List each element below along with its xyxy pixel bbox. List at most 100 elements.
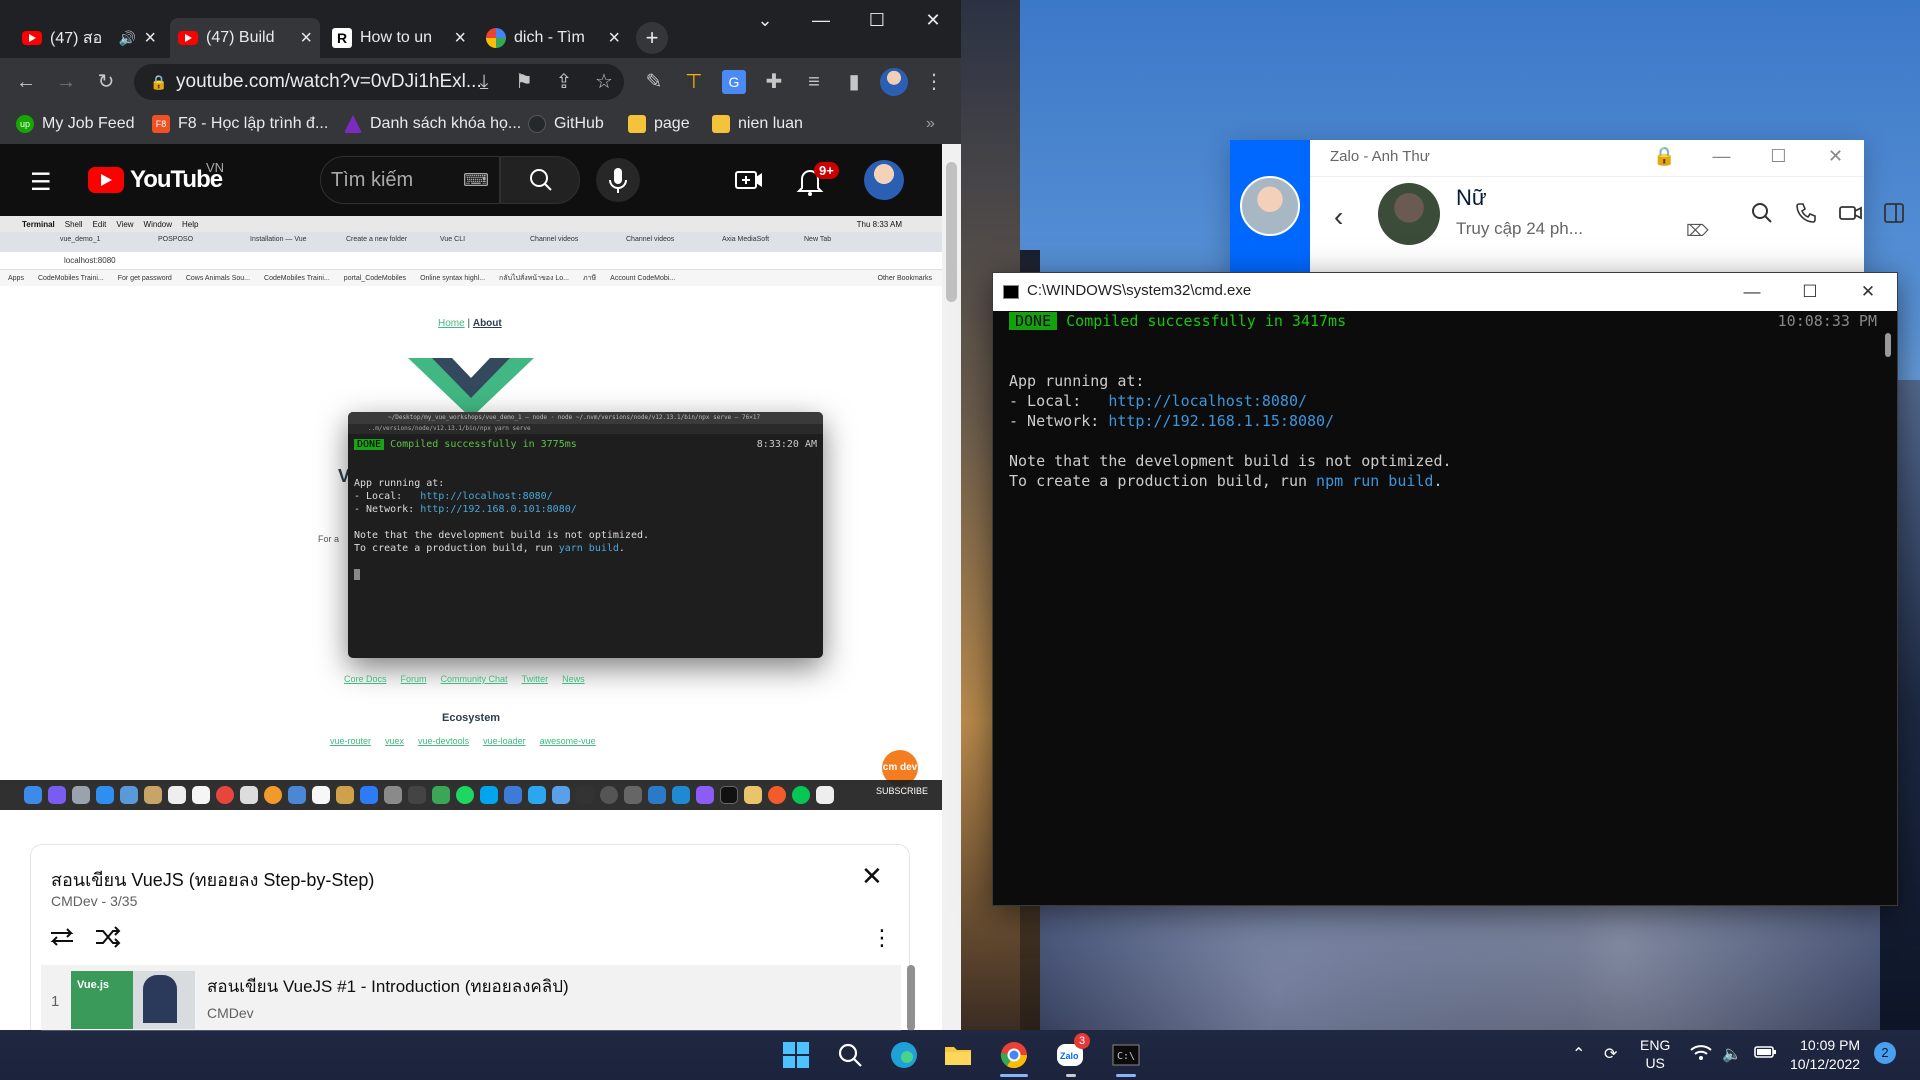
chrome-taskbar-icon[interactable]: [998, 1039, 1030, 1071]
tab-google[interactable]: dich - Tìm ×: [478, 18, 628, 58]
keynote-icon: [336, 786, 354, 804]
close-playlist-icon[interactable]: ✕: [861, 861, 883, 892]
account-avatar[interactable]: [864, 160, 904, 200]
keyboard-icon[interactable]: ⌨: [463, 157, 489, 203]
phone-icon[interactable]: [1794, 201, 1818, 225]
playlist-more-icon[interactable]: ⋮: [871, 925, 893, 951]
sync-icon[interactable]: ⟳: [1604, 1044, 1617, 1064]
back-icon[interactable]: ←: [14, 70, 38, 94]
close-tab-icon[interactable]: ×: [454, 27, 466, 50]
install-icon[interactable]: ⤓: [472, 70, 496, 94]
subscribe-overlay[interactable]: SUBSCRIBE: [876, 786, 928, 796]
google-translate-icon[interactable]: G: [722, 70, 746, 94]
search-button[interactable]: [500, 156, 580, 204]
terminal-taskbar-icon[interactable]: C:\: [1110, 1039, 1142, 1071]
tab-youtube-1[interactable]: (47) สอ 🔊 ×: [14, 18, 164, 58]
extension-icon[interactable]: ⊤: [682, 70, 706, 94]
voice-search-button[interactable]: [596, 158, 640, 202]
preview-icon: [120, 786, 138, 804]
launchpad-icon: [72, 786, 90, 804]
youtube-header: ☰ YouTube VN Tìm kiếm ⌨ 9+: [0, 144, 942, 216]
show-hidden-icons-chevron-icon[interactable]: ⌃: [1572, 1044, 1585, 1064]
wifi-icon[interactable]: [1690, 1044, 1712, 1062]
search-input[interactable]: Tìm kiếm ⌨: [320, 156, 500, 204]
cmd-close-button[interactable]: ✕: [1839, 273, 1897, 311]
video-player[interactable]: Terminal Shell Edit View Window Help Thu…: [0, 216, 942, 816]
tab-how-to[interactable]: R How to un ×: [324, 18, 474, 58]
reading-list-icon[interactable]: ≡: [802, 70, 826, 94]
new-tab-button[interactable]: +: [636, 22, 668, 54]
edge-icon[interactable]: [888, 1039, 920, 1071]
bookmark-page[interactable]: page: [628, 115, 690, 133]
bookmark-f8[interactable]: F8 F8 - Học lập trình đ...: [152, 115, 328, 133]
bookmark-danh-sach[interactable]: Danh sách khóa họ...: [344, 115, 521, 133]
side-panel-icon[interactable]: ▮: [842, 70, 866, 94]
contact-avatar[interactable]: [1378, 183, 1440, 245]
forward-icon[interactable]: →: [54, 70, 78, 94]
cmd-minimize-button[interactable]: —: [1723, 273, 1781, 311]
close-tab-icon[interactable]: ×: [300, 27, 312, 50]
notification-count-badge[interactable]: 2: [1874, 1042, 1896, 1064]
close-tab-icon[interactable]: ×: [608, 27, 620, 50]
puzzle-icon[interactable]: ✚: [762, 70, 786, 94]
reload-icon[interactable]: ↻: [94, 70, 118, 94]
playlist-item[interactable]: 1 Vue.js สอนเขียน VueJS #1 - Introductio…: [41, 965, 915, 1031]
tab-youtube-2[interactable]: (47) Build ×: [170, 18, 320, 58]
zalo-minimize-button[interactable]: —: [1693, 140, 1750, 172]
volume-icon[interactable]: 🔈: [1722, 1044, 1742, 1064]
profile-avatar[interactable]: [880, 68, 908, 96]
cmd-output[interactable]: DONE Compiled successfully in 3417ms 10:0…: [1009, 311, 1879, 901]
search-icon[interactable]: [1750, 201, 1774, 225]
maximize-button[interactable]: ☐: [849, 0, 905, 40]
speaker-icon[interactable]: 🔊: [119, 30, 136, 47]
translate-icon[interactable]: ⚑: [512, 70, 536, 94]
sidebar-toggle-icon[interactable]: [1882, 201, 1906, 225]
hamburger-menu-icon[interactable]: ☰: [30, 168, 52, 197]
bookmark-github[interactable]: GitHub: [528, 115, 604, 133]
postman-icon: [768, 786, 786, 804]
address-bar[interactable]: 🔒 youtube.com/watch?v=0vDJi1hExl...: [134, 64, 624, 100]
file-explorer-icon[interactable]: [942, 1039, 974, 1071]
page-scrollbar[interactable]: [942, 144, 961, 1030]
photos-icon: [264, 786, 282, 804]
loop-icon[interactable]: [47, 923, 77, 951]
zalo-maximize-button[interactable]: ☐: [1750, 140, 1807, 172]
system-clock[interactable]: 10:09 PM 10/12/2022: [1790, 1036, 1860, 1074]
search-icon[interactable]: [834, 1039, 866, 1071]
finder-icon: [24, 786, 42, 804]
zalo-user-avatar[interactable]: [1240, 176, 1300, 236]
minimize-button[interactable]: —: [793, 0, 849, 40]
playlist-title[interactable]: สอนเขียน VueJS (ทยอยลง Step-by-Step): [51, 865, 374, 894]
battery-icon[interactable]: [1754, 1044, 1778, 1060]
menu-kebab-icon[interactable]: ⋮: [922, 70, 946, 94]
shuffle-icon[interactable]: [93, 923, 123, 951]
share-icon[interactable]: ⇪: [552, 70, 576, 94]
zalo-unread-badge: 3: [1074, 1033, 1090, 1049]
create-video-icon[interactable]: [734, 166, 764, 194]
playlist-scrollbar[interactable]: [907, 965, 915, 1031]
cmd-title: C:\WINDOWS\system32\cmd.exe: [1027, 282, 1252, 299]
lock-icon[interactable]: 🔒: [1636, 140, 1693, 172]
start-windows-icon[interactable]: [780, 1039, 812, 1071]
mac-terminal-output: DONE Compiled successfully in 3775ms 8:33…: [348, 434, 823, 648]
cmd-scrollbar[interactable]: [1885, 333, 1891, 357]
youtube-logo[interactable]: YouTube: [88, 166, 223, 194]
video-call-icon[interactable]: [1838, 201, 1864, 225]
more-bookmarks-button[interactable]: »: [926, 115, 935, 133]
r-logo-icon: R: [332, 28, 352, 48]
close-window-button[interactable]: ✕: [905, 0, 961, 40]
input-language[interactable]: ENG US: [1640, 1036, 1670, 1072]
bookmark-my-job-feed[interactable]: up My Job Feed: [16, 115, 134, 133]
bookmark-nien-luan[interactable]: nien luan: [712, 115, 803, 133]
zalo-close-button[interactable]: ✕: [1807, 140, 1864, 172]
cmd-maximize-button[interactable]: ☐: [1781, 273, 1839, 311]
vue-ecosystem-links: vue-router vuex vue-devtools vue-loader …: [330, 736, 596, 746]
tab-search-icon[interactable]: ⌄: [737, 0, 793, 40]
bookmark-star-icon[interactable]: ☆: [592, 70, 616, 94]
close-tab-icon[interactable]: ×: [144, 27, 156, 50]
pen-extension-icon[interactable]: ✎: [642, 70, 666, 94]
f8-icon: F8: [152, 115, 170, 133]
back-chevron-icon[interactable]: ‹: [1334, 201, 1343, 233]
spotify-icon: [456, 786, 474, 804]
tag-icon[interactable]: ⌦: [1686, 221, 1709, 241]
